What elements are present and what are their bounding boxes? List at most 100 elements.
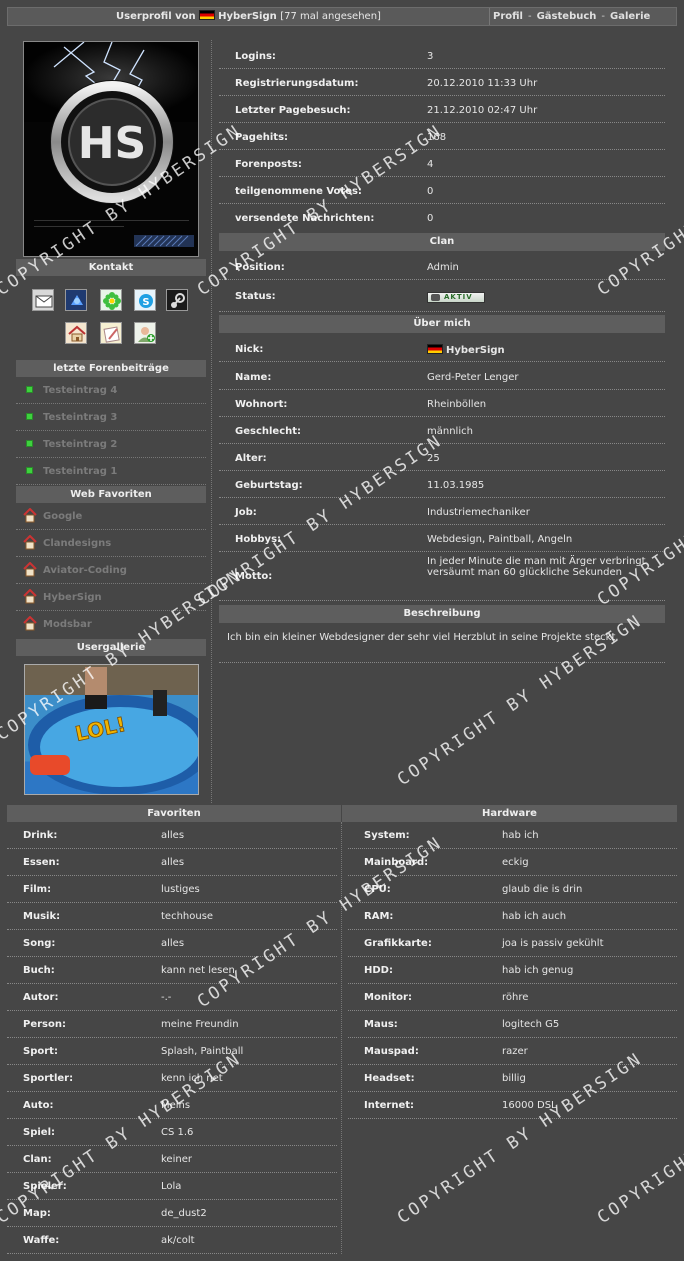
favoriten-value: Lola bbox=[161, 1181, 182, 1192]
home-icon bbox=[23, 508, 37, 523]
stat-row: versendete Nachrichten: 0 bbox=[219, 204, 665, 231]
hardware-label: Internet: bbox=[364, 1100, 415, 1111]
favoriten-row: Auto: Meins bbox=[7, 1092, 337, 1119]
hardware-row: HDD: hab ich genug bbox=[348, 957, 677, 984]
hardware-value: joa is passiv gekühlt bbox=[502, 938, 604, 949]
favoriten-label: Spieler: bbox=[23, 1181, 67, 1192]
nav-profil-link[interactable]: Profil bbox=[493, 11, 523, 22]
favoriten-value: keiner bbox=[161, 1154, 192, 1165]
user-avatar: HS bbox=[23, 41, 199, 257]
favoriten-row: Drink: alles bbox=[7, 822, 337, 849]
forum-post-link[interactable]: Testeintrag 2 bbox=[43, 439, 117, 450]
forum-post-item[interactable]: Testeintrag 4 bbox=[16, 377, 206, 404]
hardware-label: Monitor: bbox=[364, 992, 412, 1003]
favoriten-value: lustiges bbox=[161, 884, 200, 895]
web-favorite-link[interactable]: Aviator-Coding bbox=[43, 565, 127, 576]
favoriten-row: Musik: techhouse bbox=[7, 903, 337, 930]
stat-label: Registrierungsdatum: bbox=[235, 78, 359, 89]
msn-icon[interactable] bbox=[65, 289, 87, 311]
status-label: Status: bbox=[235, 291, 276, 302]
favoriten-label: Waffe: bbox=[23, 1235, 60, 1246]
stat-label: Logins: bbox=[235, 51, 276, 62]
forum-post-link[interactable]: Testeintrag 3 bbox=[43, 412, 117, 423]
favoriten-label: Sport: bbox=[23, 1046, 58, 1057]
hardware-value: 16000 DSL bbox=[502, 1100, 557, 1111]
gallery-thumbnail[interactable]: LOL! bbox=[24, 664, 199, 795]
hardware-row: Maus: logitech G5 bbox=[348, 1011, 677, 1038]
hardware-value: razer bbox=[502, 1046, 528, 1057]
favoriten-label: Person: bbox=[23, 1019, 66, 1030]
favoriten-label: Autor: bbox=[23, 992, 59, 1003]
hardware-row: Monitor: röhre bbox=[348, 984, 677, 1011]
web-favorites-section-title: Web Favoriten bbox=[16, 486, 206, 503]
stat-row: Letzter Pagebesuch: 21.12.2010 02:47 Uhr bbox=[219, 96, 665, 123]
homepage-icon[interactable] bbox=[65, 322, 87, 344]
web-favorite-link[interactable]: Google bbox=[43, 511, 82, 522]
stat-row: teilgenommene Votes: 0 bbox=[219, 177, 665, 204]
favoriten-label: Map: bbox=[23, 1208, 51, 1219]
notes-icon[interactable] bbox=[100, 322, 122, 344]
web-favorite-item[interactable]: Clandesigns bbox=[16, 530, 206, 557]
web-favorite-item[interactable]: Google bbox=[16, 503, 206, 530]
position-label: Position: bbox=[235, 262, 285, 273]
favoriten-row: Person: meine Freundin bbox=[7, 1011, 337, 1038]
hardware-row: Headset: billig bbox=[348, 1065, 677, 1092]
profile-title: Userprofil von HyberSign [77 mal angeseh… bbox=[8, 8, 490, 25]
about-row: Geburtstag: 11.03.1985 bbox=[219, 471, 665, 498]
header-username[interactable]: HyberSign bbox=[218, 11, 277, 22]
about-value: Rheinböllen bbox=[427, 399, 487, 410]
about-label: Geschlecht: bbox=[235, 426, 302, 437]
hardware-row: Internet: 16000 DSL bbox=[348, 1092, 677, 1119]
forum-post-link[interactable]: Testeintrag 4 bbox=[43, 385, 117, 396]
profile-header: Userprofil von HyberSign [77 mal angeseh… bbox=[7, 7, 677, 26]
add-buddy-icon[interactable] bbox=[134, 322, 156, 344]
view-count: [77 mal angesehen] bbox=[280, 11, 381, 22]
favoriten-value: Splash, Paintball bbox=[161, 1046, 244, 1057]
hardware-label: System: bbox=[364, 830, 410, 841]
web-favorite-item[interactable]: Aviator-Coding bbox=[16, 557, 206, 584]
web-favorite-item[interactable]: Modsbar bbox=[16, 611, 206, 638]
favoriten-value: kann net lesen bbox=[161, 965, 235, 976]
hardware-row: RAM: hab ich auch bbox=[348, 903, 677, 930]
favoriten-value: alles bbox=[161, 857, 185, 868]
web-favorite-link[interactable]: Clandesigns bbox=[43, 538, 111, 549]
favoriten-row: Song: alles bbox=[7, 930, 337, 957]
favoriten-value: CS 1.6 bbox=[161, 1127, 194, 1138]
forum-post-item[interactable]: Testeintrag 3 bbox=[16, 404, 206, 431]
skype-icon[interactable]: S bbox=[134, 289, 156, 311]
stat-label: teilgenommene Votes: bbox=[235, 186, 362, 197]
hardware-row: Mainboard: eckig bbox=[348, 849, 677, 876]
web-favorite-link[interactable]: HyberSign bbox=[43, 592, 102, 603]
favoriten-label: Sportler: bbox=[23, 1073, 74, 1084]
icq-icon[interactable] bbox=[100, 289, 122, 311]
about-row: Alter: 25 bbox=[219, 444, 665, 471]
about-value: männlich bbox=[427, 426, 473, 437]
favoriten-value: techhouse bbox=[161, 911, 214, 922]
hardware-value: logitech G5 bbox=[502, 1019, 560, 1030]
steam-icon[interactable] bbox=[166, 289, 188, 311]
hardware-label: HDD: bbox=[364, 965, 393, 976]
nav-gaestebuch-link[interactable]: Gästebuch bbox=[537, 11, 597, 22]
nav-galerie-link[interactable]: Galerie bbox=[610, 11, 650, 22]
motto-row: Motto: In jeder Minute die man mit Ärger … bbox=[219, 552, 665, 601]
status-badge: AKTIV bbox=[427, 292, 485, 303]
hardware-value: hab ich genug bbox=[502, 965, 574, 976]
favoriten-row: Essen: alles bbox=[7, 849, 337, 876]
forum-post-item[interactable]: Testeintrag 1 bbox=[16, 458, 206, 485]
favoriten-row: Spieler: Lola bbox=[7, 1173, 337, 1200]
forum-post-item[interactable]: Testeintrag 2 bbox=[16, 431, 206, 458]
favoriten-label: Clan: bbox=[23, 1154, 52, 1165]
stat-row: Logins: 3 bbox=[219, 42, 665, 69]
stat-row: Pagehits: 168 bbox=[219, 123, 665, 150]
web-favorite-link[interactable]: Modsbar bbox=[43, 619, 92, 630]
stat-value: 20.12.2010 11:33 Uhr bbox=[427, 78, 538, 89]
favoriten-row: Clan: keiner bbox=[7, 1146, 337, 1173]
mail-icon[interactable] bbox=[32, 289, 54, 311]
favoriten-value: kenn ich net bbox=[161, 1073, 223, 1084]
forum-post-link[interactable]: Testeintrag 1 bbox=[43, 466, 117, 477]
about-value: Gerd-Peter Lenger bbox=[427, 372, 519, 383]
stat-row: Forenposts: 4 bbox=[219, 150, 665, 177]
title-prefix: Userprofil von bbox=[116, 11, 196, 22]
web-favorite-item[interactable]: HyberSign bbox=[16, 584, 206, 611]
favoriten-label: Film: bbox=[23, 884, 52, 895]
